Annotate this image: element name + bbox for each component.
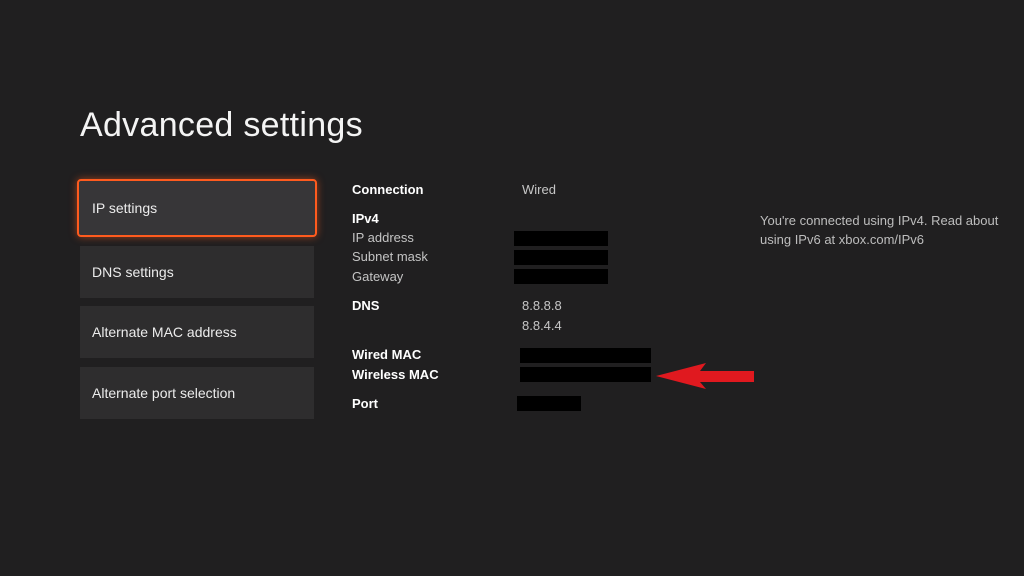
gateway-label: Gateway: [352, 269, 404, 284]
dns-primary-value: 8.8.8.8: [522, 298, 562, 313]
connection-label: Connection: [352, 182, 424, 197]
subnet-mask-redacted: [514, 250, 608, 265]
ipv4-heading: IPv4: [352, 211, 379, 226]
wireless-mac-redacted: [520, 367, 651, 382]
menu-item-ip-settings[interactable]: IP settings: [77, 179, 317, 237]
menu-item-label: IP settings: [92, 200, 158, 216]
page-title: Advanced settings: [80, 106, 363, 144]
menu-item-alternate-port-selection[interactable]: Alternate port selection: [80, 367, 314, 419]
dns-secondary-value: 8.8.4.4: [522, 318, 562, 333]
wired-mac-redacted: [520, 348, 651, 363]
wireless-mac-label: Wireless MAC: [352, 367, 439, 382]
ip-address-label: IP address: [352, 230, 414, 245]
subnet-mask-label: Subnet mask: [352, 249, 428, 264]
menu-item-alternate-mac-address[interactable]: Alternate MAC address: [80, 306, 314, 358]
port-redacted: [517, 396, 581, 411]
menu-item-dns-settings[interactable]: DNS settings: [80, 246, 314, 298]
connection-value: Wired: [522, 182, 556, 197]
wired-mac-label: Wired MAC: [352, 347, 422, 362]
menu-item-label: DNS settings: [92, 264, 174, 280]
port-label: Port: [352, 396, 378, 411]
dns-label: DNS: [352, 298, 380, 313]
ipv6-info-text: You're connected using IPv4. Read about …: [760, 213, 999, 247]
menu-item-label: Alternate MAC address: [92, 324, 237, 340]
red-arrow-annotation-icon: [656, 363, 754, 389]
gateway-redacted: [514, 269, 608, 284]
ip-address-redacted: [514, 231, 608, 246]
menu-item-label: Alternate port selection: [92, 385, 236, 401]
